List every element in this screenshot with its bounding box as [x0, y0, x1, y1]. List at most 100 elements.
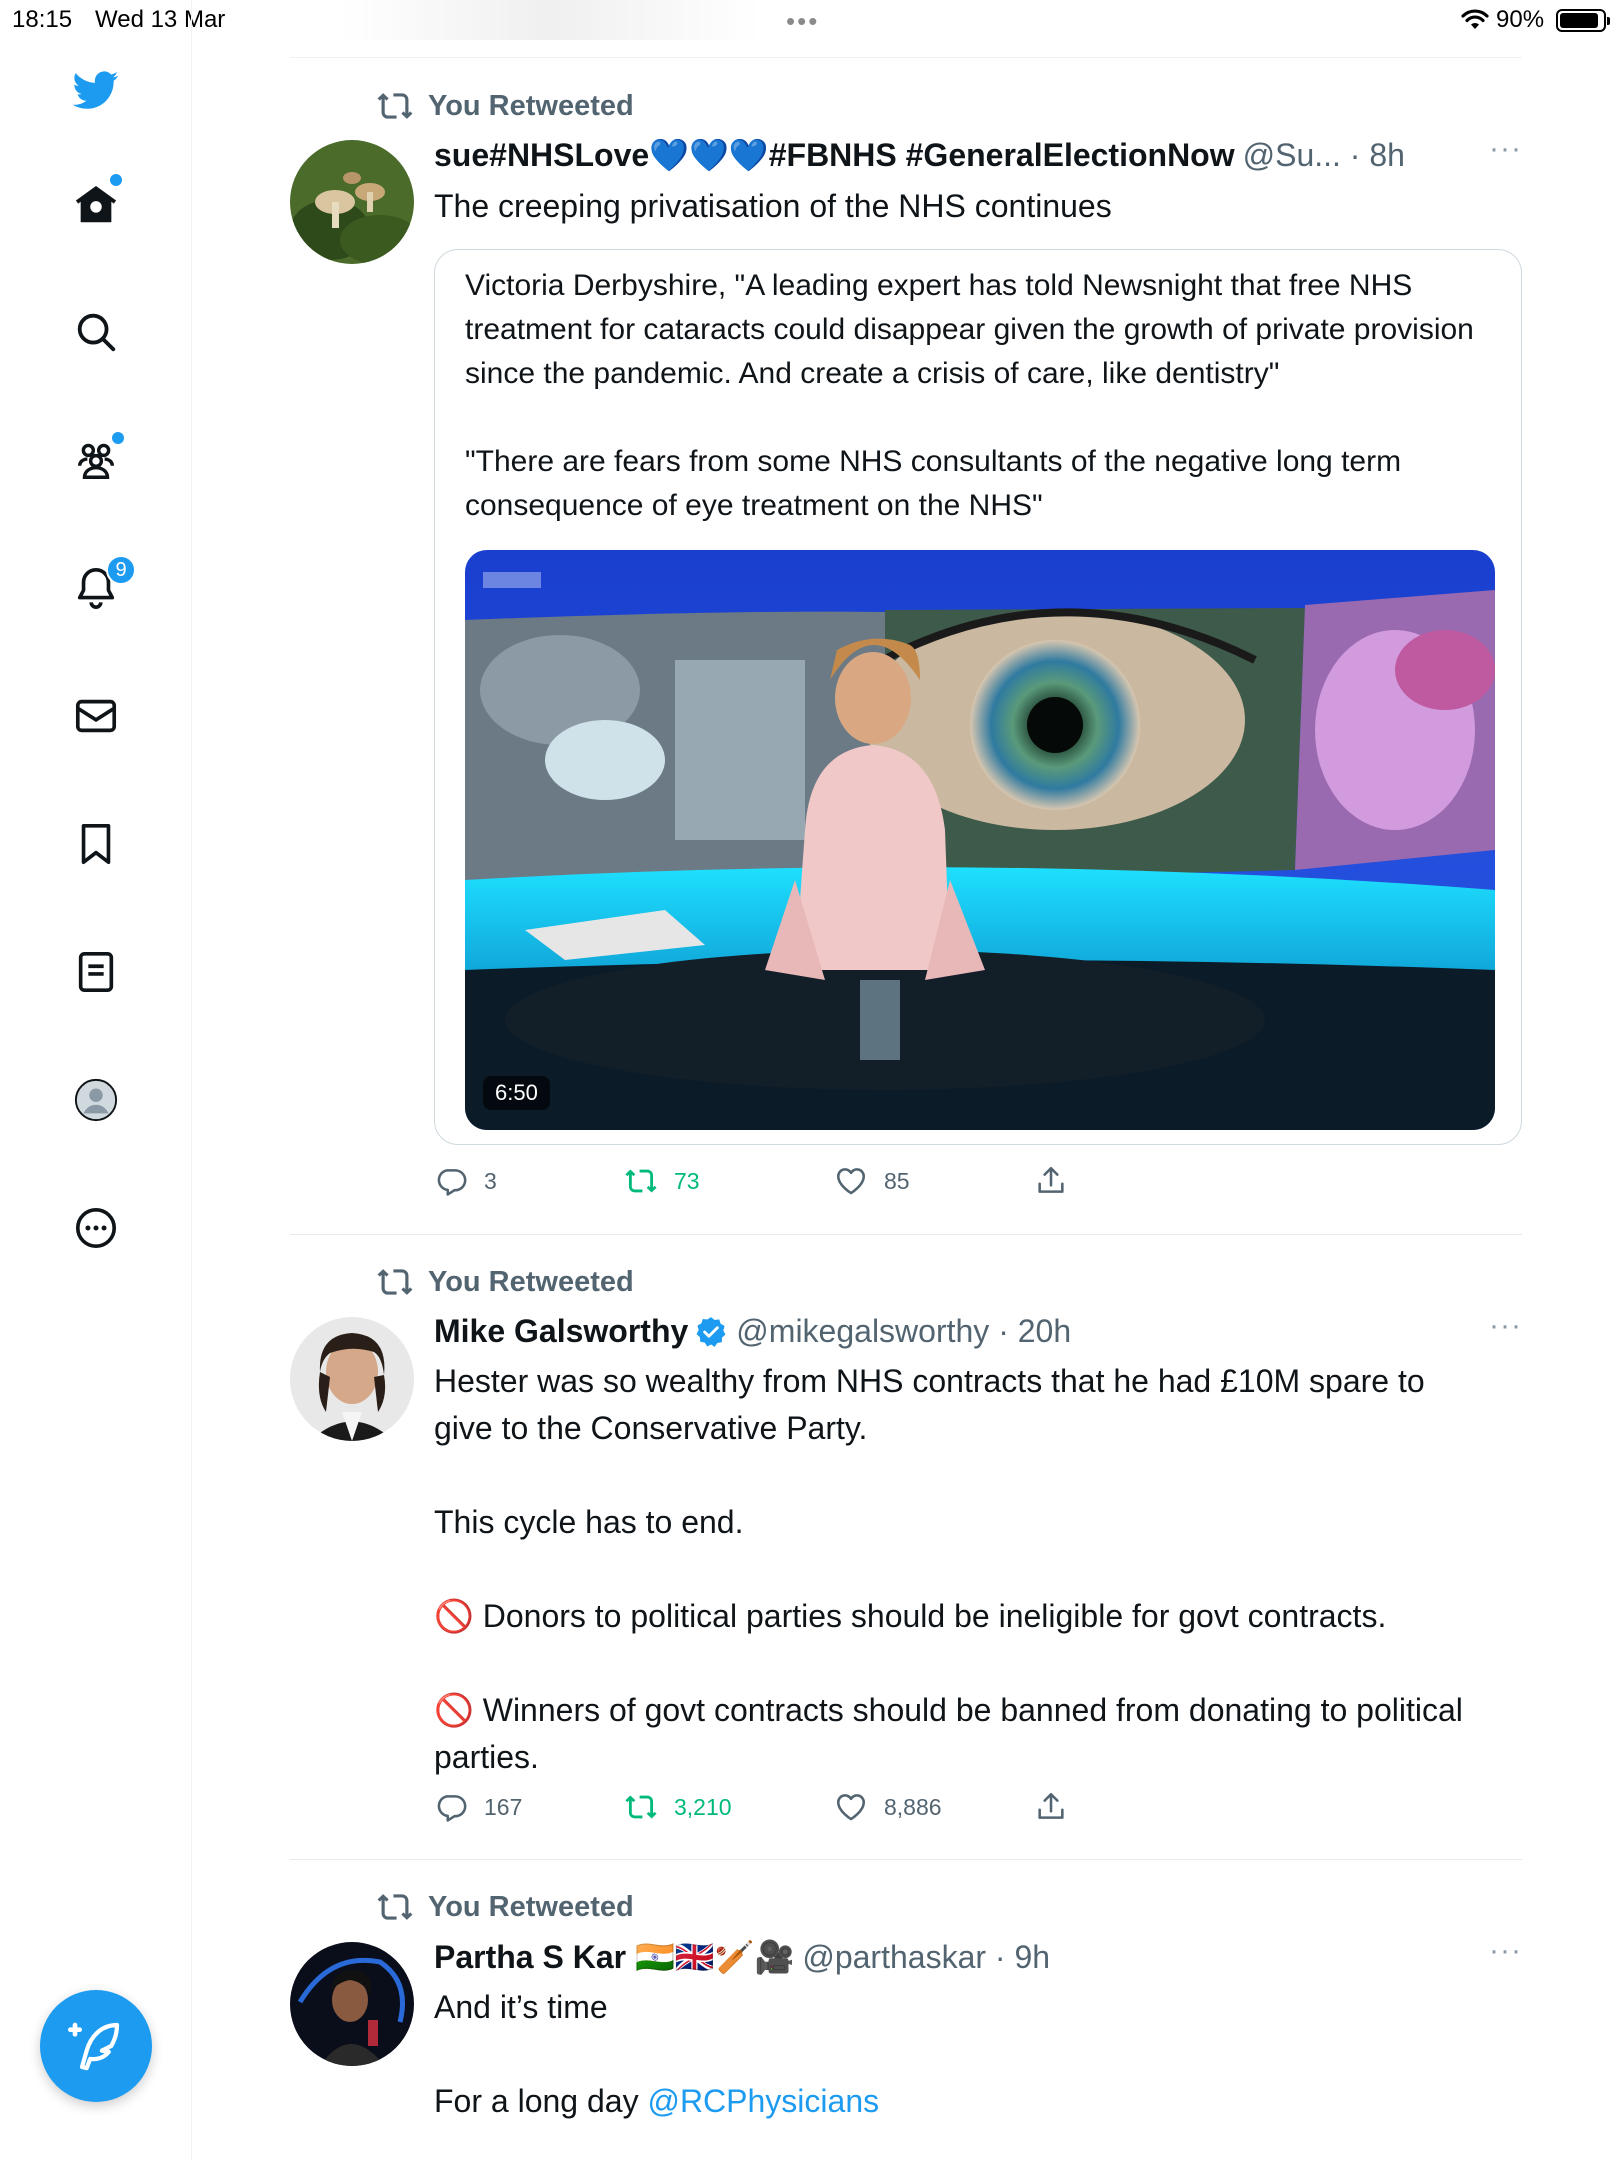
sidebar-item-bookmarks[interactable] [70, 818, 122, 870]
reply-count: 3 [484, 1167, 497, 1194]
like-count: 85 [884, 1167, 910, 1194]
mail-icon [75, 699, 117, 733]
twitter-logo-icon[interactable] [70, 64, 122, 116]
share-button[interactable] [1034, 1164, 1084, 1198]
tweet-paragraph [434, 1546, 1492, 1593]
share-button[interactable] [1034, 1790, 1084, 1824]
tweet-paragraph-empty [434, 2031, 1492, 2078]
sidebar-item-home[interactable] [70, 174, 122, 230]
video-duration: 6:50 [483, 1076, 550, 1110]
retweet-icon [625, 1795, 657, 1819]
compose-tweet-button[interactable] [40, 1990, 152, 2102]
tweet-paragraph [434, 1452, 1492, 1499]
retweet-context: You Retweeted [376, 1265, 634, 1299]
reply-icon [437, 1169, 467, 1196]
tweet-more-icon[interactable]: ··· [1489, 132, 1522, 166]
avatar[interactable] [290, 1317, 414, 1441]
share-icon [1038, 1792, 1064, 1819]
retweet-icon [377, 1894, 413, 1920]
retweet-icon [377, 1269, 413, 1295]
tweet-text-span: For a long day [434, 2083, 648, 2119]
home-icon [75, 185, 117, 223]
like-button[interactable]: 85 [834, 1164, 910, 1198]
notifications-count-badge: 9 [106, 555, 136, 585]
tweet-more-icon[interactable]: ··· [1489, 1934, 1522, 1968]
reply-icon [437, 1795, 467, 1822]
sidebar-item-explore[interactable] [70, 306, 122, 358]
verified-badge-icon [696, 1316, 726, 1347]
tweet-header: sue#NHSLove💙💙💙#FBNHS #GeneralElectionNow… [434, 132, 1522, 174]
avatar[interactable] [290, 140, 414, 264]
tweet-text-line: The creeping privatisation of the NHS co… [434, 188, 1112, 224]
retweet-context: You Retweeted [376, 89, 634, 123]
quote-paragraph: "There are fears from some NHS consultan… [465, 445, 1402, 522]
sidebar-item-more[interactable] [70, 1202, 122, 1254]
tweet-more-icon[interactable]: ··· [1489, 1309, 1522, 1343]
quote-paragraph: Victoria Derbyshire, "A leading expert h… [465, 269, 1474, 390]
home-notification-dot [110, 174, 122, 186]
tweet-paragraph: 🚫 Donors to political parties should be … [434, 1598, 1387, 1634]
retweet-icon [625, 1169, 657, 1193]
battery-icon [1556, 9, 1610, 32]
compose-tweet-icon [68, 2022, 120, 2071]
heart-icon [836, 1794, 866, 1821]
tweet-3[interactable]: You Retweeted Partha S Kar 🇮🇳🇬🇧🏏🎥 @parth… [290, 1860, 1522, 2160]
author-name[interactable]: Mike Galsworthy [434, 1313, 688, 1350]
avatar[interactable] [290, 1942, 414, 2066]
author-name[interactable]: Partha S Kar 🇮🇳🇬🇧🏏🎥 [434, 1938, 794, 1976]
author-handle-time[interactable]: @Su... · 8h [1243, 137, 1405, 174]
reply-button[interactable]: 167 [434, 1790, 522, 1824]
tweet-1[interactable]: You Retweeted sue#NHSLove💙💙💙#FBNHS #Gene… [290, 0, 1522, 1230]
tweet-paragraph: This cycle has to end. [434, 1504, 744, 1540]
mention-link[interactable]: @RCPhysicians [647, 2083, 879, 2119]
tweet-paragraph: And it’s time [434, 1989, 608, 2025]
tweet-header: Partha S Kar 🇮🇳🇬🇧🏏🎥 @parthaskar · 9h ··· [434, 1934, 1522, 1976]
quoted-tweet-text: Victoria Derbyshire, "A leading expert h… [465, 264, 1491, 528]
retweet-button[interactable]: 3,210 [624, 1790, 732, 1824]
profile-icon [74, 1078, 118, 1122]
retweet-label: You Retweeted [428, 1265, 634, 1298]
sidebar-item-messages[interactable] [70, 690, 122, 742]
reply-button[interactable]: 3 [434, 1164, 497, 1198]
tweet-2[interactable]: You Retweeted Mike Galsworthy @mikegalsw… [290, 1235, 1522, 1859]
retweet-context: You Retweeted [376, 1890, 634, 1924]
retweet-label: You Retweeted [428, 89, 634, 122]
like-count: 8,886 [884, 1793, 942, 1820]
video-thumbnail[interactable]: 6:50 [465, 550, 1495, 1130]
communities-icon [77, 443, 115, 479]
retweet-count: 3,210 [674, 1793, 732, 1820]
tweet-text: Hester was so wealthy from NHS contracts… [434, 1358, 1492, 1781]
retweet-button[interactable]: 73 [624, 1164, 700, 1198]
more-circle-icon [75, 1207, 117, 1249]
search-icon [77, 313, 116, 352]
tweet-text: And it’s time For a long day @RCPhysicia… [434, 1984, 1492, 2125]
tweet-paragraph: 🚫 Winners of govt contracts should be ba… [434, 1692, 1463, 1775]
author-handle-time[interactable]: @parthaskar · 9h [802, 1939, 1050, 1976]
author-handle-time[interactable]: @mikegalsworthy · 20h [736, 1313, 1071, 1350]
like-button[interactable]: 8,886 [834, 1790, 942, 1824]
list-icon [78, 951, 114, 993]
tweet-paragraph: For a long day @RCPhysicians [434, 2078, 1492, 2125]
retweet-label: You Retweeted [428, 1890, 634, 1923]
author-name[interactable]: sue#NHSLove💙💙💙#FBNHS #GeneralElectionNow [434, 136, 1235, 174]
tweet-paragraph [434, 1640, 1492, 1687]
sidebar-nav: 9 [0, 0, 192, 2160]
tweet-actions: 3 73 85 [434, 1164, 1084, 1204]
reply-count: 167 [484, 1793, 523, 1820]
communities-notification-dot [112, 432, 124, 444]
quoted-tweet[interactable]: Victoria Derbyshire, "A leading expert h… [434, 249, 1522, 1145]
tweet-paragraph: Hester was so wealthy from NHS contracts… [434, 1363, 1425, 1446]
bookmark-icon [81, 823, 111, 865]
retweet-icon [377, 93, 413, 119]
tweet-actions: 167 3,210 8,886 [434, 1790, 1084, 1830]
sidebar-item-lists[interactable] [70, 946, 122, 998]
tweet-text: The creeping privatisation of the NHS co… [434, 183, 1492, 230]
sidebar-item-communities[interactable] [70, 432, 124, 486]
tweet-header: Mike Galsworthy @mikegalsworthy · 20h ··… [434, 1309, 1522, 1350]
quote-paragraph [465, 396, 1491, 440]
sidebar-item-profile[interactable] [70, 1074, 122, 1126]
heart-icon [836, 1168, 866, 1195]
share-icon [1038, 1166, 1064, 1193]
retweet-count: 73 [674, 1167, 700, 1194]
news-studio-image [465, 550, 1495, 1130]
